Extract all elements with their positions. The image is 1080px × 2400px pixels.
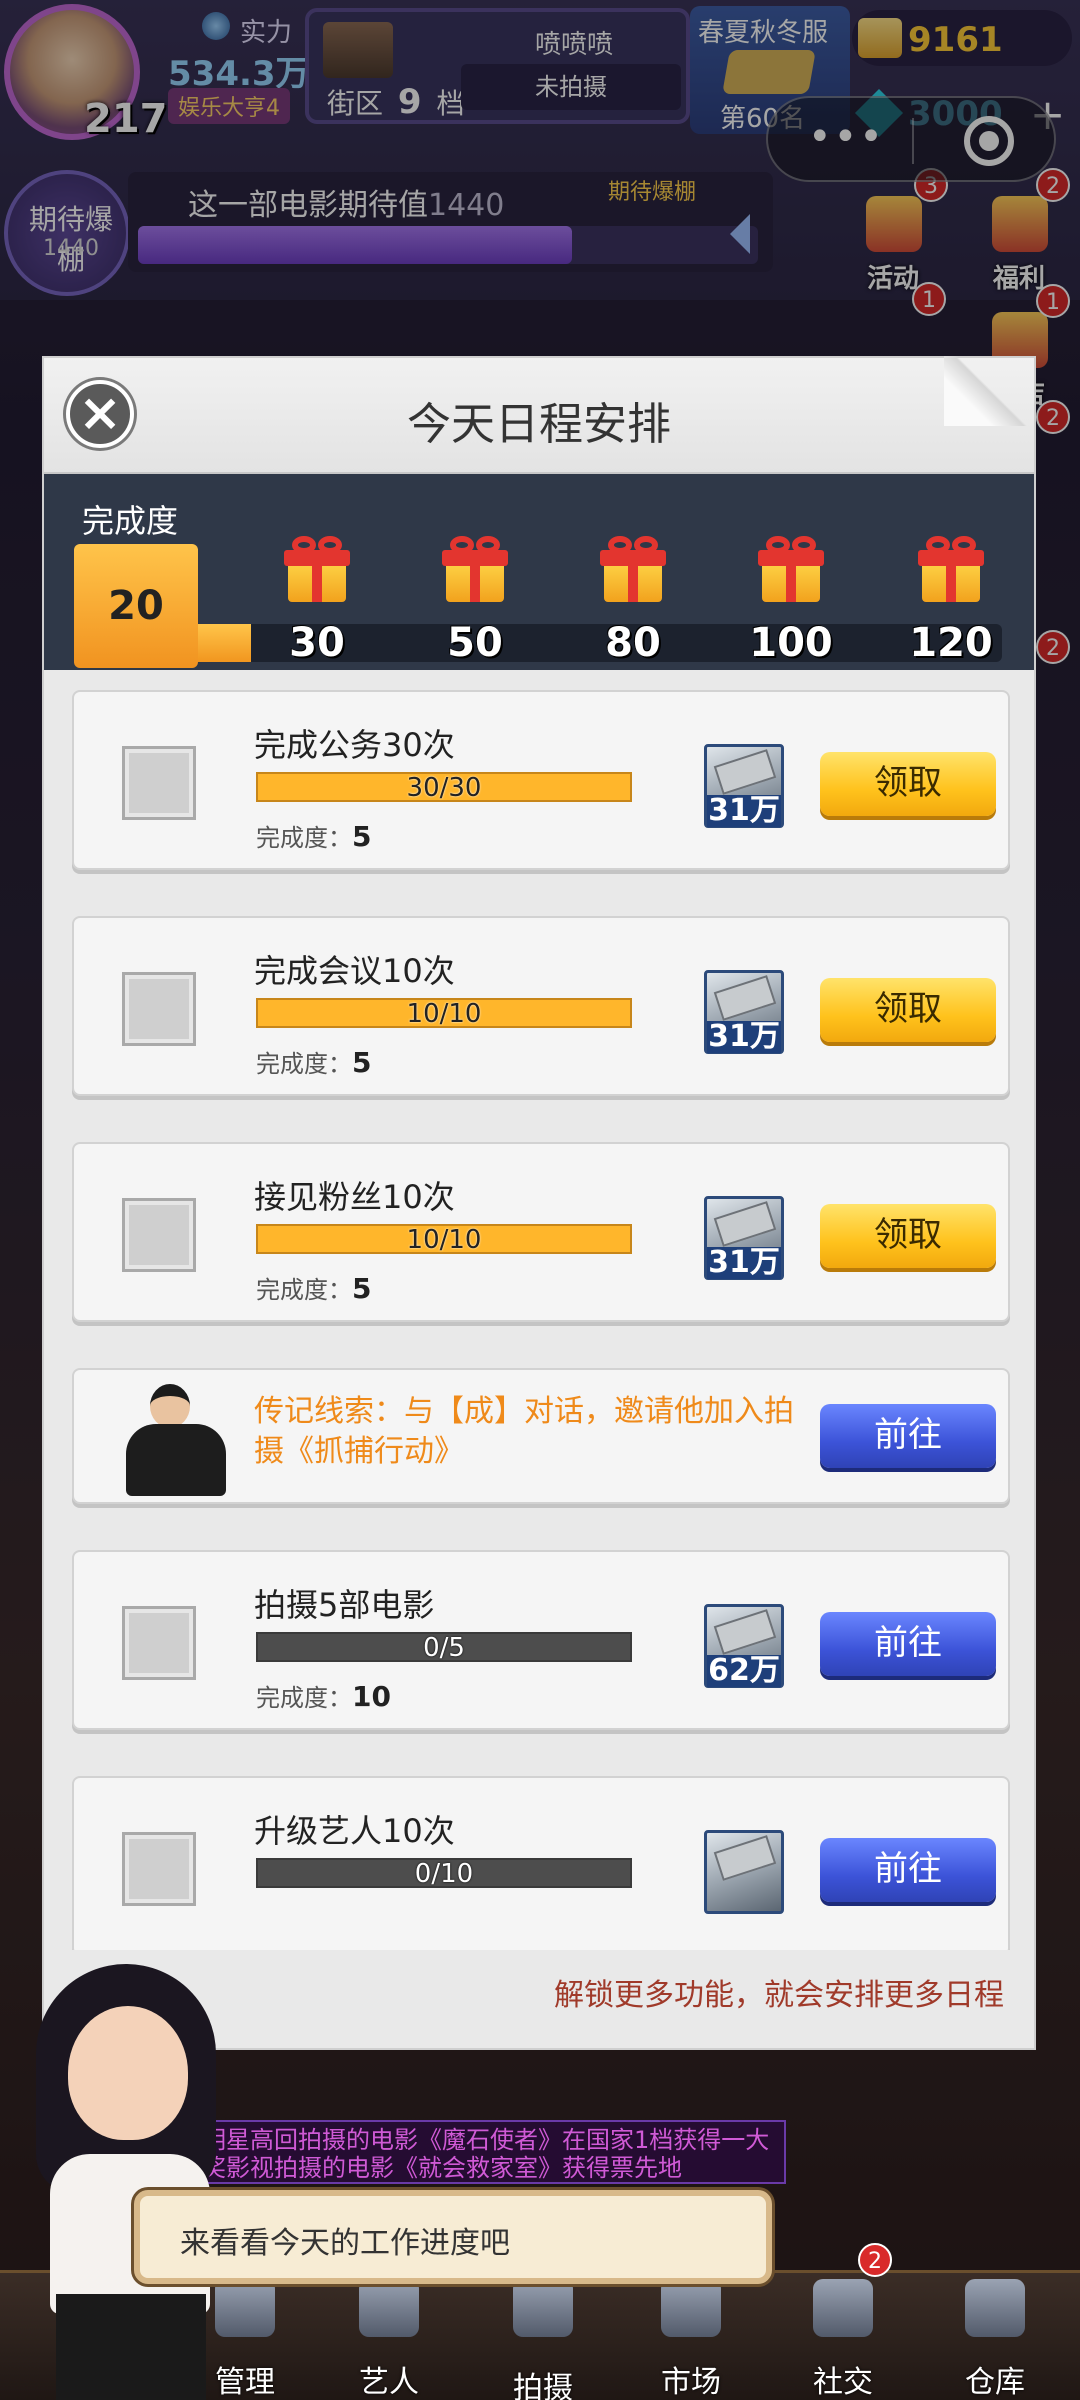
warehouse-icon bbox=[965, 2279, 1025, 2337]
cash-reward-icon: 31万 bbox=[704, 970, 784, 1054]
artist-portrait bbox=[110, 1378, 240, 1500]
nav-warehouse[interactable]: 仓库 bbox=[920, 2279, 1070, 2400]
task-card: 拍摄5部电影 0/5 完成度：10 62万 前往 bbox=[72, 1550, 1010, 1730]
nav-shoot-label: 拍摄 bbox=[513, 2371, 573, 2400]
task-checkbox bbox=[122, 1832, 196, 1906]
task-points-label: 完成度： bbox=[256, 824, 352, 852]
task-card: 升级艺人10次 0/10 前往 bbox=[72, 1776, 1010, 1950]
biography-clue-card: 传记线索：与【成】对话，邀请他加入拍摄《抓捕行动》 前往 bbox=[72, 1368, 1010, 1504]
milestone-value: 50 bbox=[447, 620, 503, 666]
cash-reward-icon: 31万 bbox=[704, 1196, 784, 1280]
artists-icon bbox=[359, 2279, 419, 2337]
task-checkbox bbox=[122, 1606, 196, 1680]
task-points-value: 5 bbox=[352, 1272, 372, 1305]
gift-icon bbox=[442, 536, 508, 604]
completion-score: 20 bbox=[74, 544, 198, 668]
task-progress-bar: 30/30 bbox=[256, 772, 632, 803]
task-progress-text: 0/10 bbox=[414, 1859, 474, 1889]
task-progress-bar: 10/10 bbox=[256, 998, 632, 1029]
market-icon bbox=[661, 2279, 721, 2337]
milestone-value: 120 bbox=[909, 620, 993, 666]
reward-amount: 31万 bbox=[707, 793, 781, 828]
go-button[interactable]: 前往 bbox=[820, 1838, 996, 1902]
task-progress-text: 0/5 bbox=[423, 1633, 465, 1663]
task-list[interactable]: 完成公务30次 30/30 完成度：5 31万 领取 完成会议10次 10/10… bbox=[44, 670, 1034, 1950]
task-points: 完成度：5 bbox=[256, 1270, 371, 1305]
task-checkbox bbox=[122, 972, 196, 1046]
task-points-label: 完成度： bbox=[256, 1684, 352, 1712]
reward-amount: 62万 bbox=[707, 1653, 781, 1688]
milestone-50[interactable]: 50 bbox=[420, 536, 530, 670]
milestone-30[interactable]: 30 bbox=[262, 536, 372, 670]
cash-reward-icon: 31万 bbox=[704, 744, 784, 828]
biography-clue-text: 传记线索：与【成】对话，邀请他加入拍摄《抓捕行动》 bbox=[254, 1394, 794, 1469]
nav-shoot[interactable]: 拍摄 bbox=[468, 2279, 618, 2400]
task-title: 完成会议10次 bbox=[254, 952, 455, 990]
task-title: 完成公务30次 bbox=[254, 726, 455, 764]
page-curl-decoration bbox=[944, 356, 1034, 426]
milestone-value: 80 bbox=[605, 620, 661, 666]
nav-social-label: 社交 bbox=[813, 2365, 873, 2400]
milestone-value: 100 bbox=[749, 620, 833, 666]
task-card: 完成公务30次 30/30 完成度：5 31万 领取 bbox=[72, 690, 1010, 870]
milestone-120[interactable]: 120 bbox=[896, 536, 1006, 670]
dialog-title: 今天日程安排 bbox=[407, 399, 671, 450]
guide-speech-bubble[interactable]: 来看看今天的工作进度吧 bbox=[134, 2190, 772, 2284]
social-badge: 2 bbox=[858, 2243, 892, 2277]
nav-warehouse-label: 仓库 bbox=[965, 2365, 1025, 2400]
nav-market-label: 市场 bbox=[661, 2365, 721, 2400]
task-points-value: 10 bbox=[352, 1680, 391, 1713]
task-progress-text: 10/10 bbox=[406, 999, 482, 1029]
nav-social[interactable]: 社交 bbox=[768, 2279, 918, 2400]
cash-reward-icon bbox=[704, 1830, 784, 1914]
task-checkbox bbox=[122, 746, 196, 820]
task-progress-bar: 0/5 bbox=[256, 1632, 632, 1663]
cash-reward-icon: 62万 bbox=[704, 1604, 784, 1688]
task-points: 完成度：5 bbox=[256, 1044, 371, 1079]
task-points: 完成度：5 bbox=[256, 818, 371, 853]
completion-label: 完成度 bbox=[82, 502, 179, 540]
task-checkbox bbox=[122, 1198, 196, 1272]
dialog-header: × 今天日程安排 bbox=[44, 356, 1034, 474]
claim-button[interactable]: 领取 bbox=[820, 978, 996, 1042]
completion-fill bbox=[194, 624, 251, 662]
guide-character bbox=[20, 1954, 240, 2400]
task-progress-text: 30/30 bbox=[406, 773, 482, 803]
gift-icon bbox=[284, 536, 350, 604]
task-progress-bar: 0/10 bbox=[256, 1858, 632, 1889]
task-title: 拍摄5部电影 bbox=[254, 1586, 435, 1624]
task-title: 接见粉丝10次 bbox=[254, 1178, 455, 1216]
task-points: 完成度：10 bbox=[256, 1678, 391, 1713]
task-points-label: 完成度： bbox=[256, 1050, 352, 1078]
milestone-value: 30 bbox=[289, 620, 345, 666]
schedule-dialog: × 今天日程安排 完成度 20 30 50 80 100 120 完成公务30次… bbox=[42, 356, 1036, 2050]
gift-icon bbox=[600, 536, 666, 604]
nav-market[interactable]: 市场 bbox=[616, 2279, 766, 2400]
task-points-label: 完成度： bbox=[256, 1276, 352, 1304]
news-ticker: 明星高回拍摄的电影《魔石使者》在国家1档获得一大奖影视拍摄的电影《就会救家室》获… bbox=[186, 2120, 786, 2184]
task-card: 完成会议10次 10/10 完成度：5 31万 领取 bbox=[72, 916, 1010, 1096]
claim-button[interactable]: 领取 bbox=[820, 752, 996, 816]
nav-artists-label: 艺人 bbox=[359, 2365, 419, 2400]
task-title: 升级艺人10次 bbox=[254, 1812, 455, 1850]
claim-button[interactable]: 领取 bbox=[820, 1204, 996, 1268]
gift-icon bbox=[918, 536, 984, 604]
go-button[interactable]: 前往 bbox=[820, 1612, 996, 1676]
task-points-value: 5 bbox=[352, 1046, 372, 1079]
task-points-value: 5 bbox=[352, 820, 372, 853]
task-card: 接见粉丝10次 10/10 完成度：5 31万 领取 bbox=[72, 1142, 1010, 1322]
reward-amount: 31万 bbox=[707, 1245, 781, 1280]
milestone-80[interactable]: 80 bbox=[578, 536, 688, 670]
task-progress-text: 10/10 bbox=[406, 1225, 482, 1255]
go-button[interactable]: 前往 bbox=[820, 1404, 996, 1468]
nav-artists[interactable]: 艺人 bbox=[314, 2279, 464, 2400]
gift-icon bbox=[758, 536, 824, 604]
completion-panel: 完成度 20 30 50 80 100 120 bbox=[44, 474, 1034, 670]
milestone-100[interactable]: 100 bbox=[736, 536, 846, 670]
guide-speech-text: 来看看今天的工作进度吧 bbox=[180, 2226, 510, 2261]
reward-amount: 31万 bbox=[707, 1019, 781, 1054]
coffee-cup-icon bbox=[813, 2279, 873, 2337]
camera-icon bbox=[513, 2279, 573, 2337]
task-progress-bar: 10/10 bbox=[256, 1224, 632, 1255]
